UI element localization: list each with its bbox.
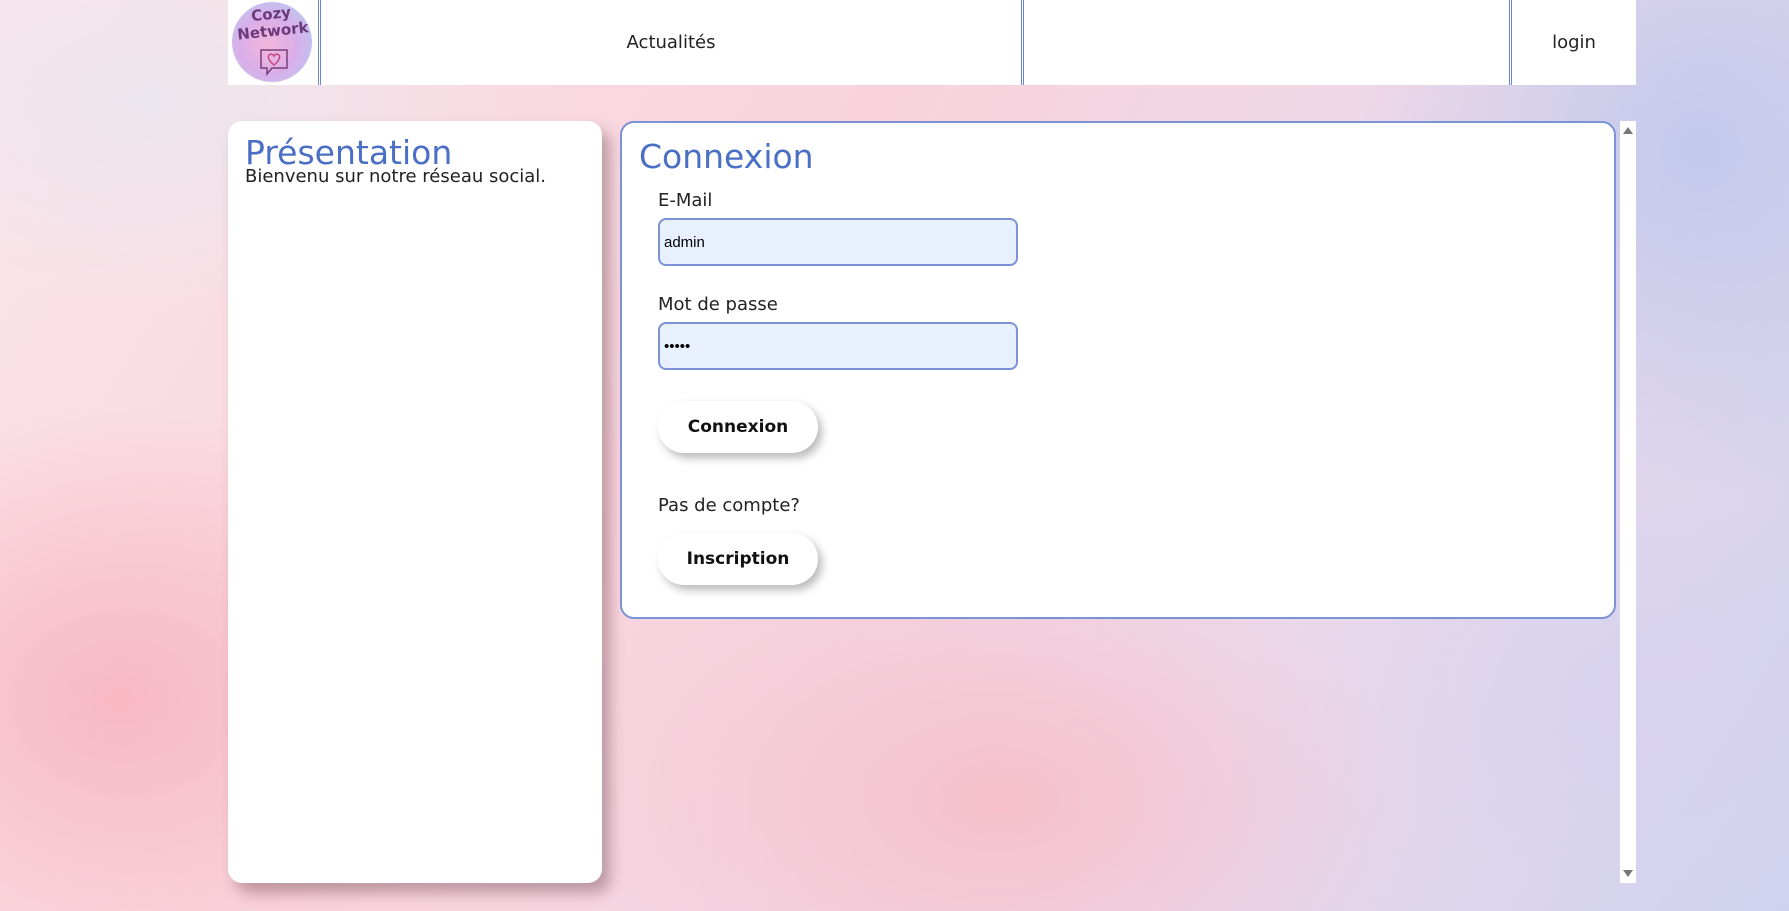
nav-login-link[interactable]: login (1512, 0, 1636, 85)
main-content-area: Connexion E-Mail Mot de passe Connexion … (618, 121, 1636, 883)
register-button[interactable]: Inscription (658, 533, 818, 585)
top-navigation-bar: Cozy Network Actualités login (228, 0, 1636, 85)
login-card: Connexion E-Mail Mot de passe Connexion … (620, 121, 1616, 619)
email-input[interactable] (658, 218, 1018, 266)
email-label: E-Mail (658, 190, 713, 211)
speech-bubble-heart-icon (260, 49, 288, 77)
login-title: Connexion (639, 137, 814, 176)
presentation-text: Bienvenu sur notre réseau social. (245, 166, 547, 187)
scroll-up-arrow-icon[interactable] (1623, 127, 1633, 134)
login-submit-button[interactable]: Connexion (658, 401, 818, 453)
password-input[interactable] (658, 322, 1018, 370)
no-account-text: Pas de compte? (658, 495, 800, 516)
nav-empty-cell (1024, 0, 1512, 85)
password-label: Mot de passe (658, 294, 778, 315)
nav-news-link[interactable]: Actualités (321, 0, 1024, 85)
presentation-panel: Présentation Bienvenu sur notre réseau s… (228, 121, 602, 883)
cozy-network-logo[interactable]: Cozy Network (228, 0, 321, 85)
scroll-down-arrow-icon[interactable] (1623, 870, 1633, 877)
vertical-scrollbar[interactable] (1620, 121, 1636, 883)
